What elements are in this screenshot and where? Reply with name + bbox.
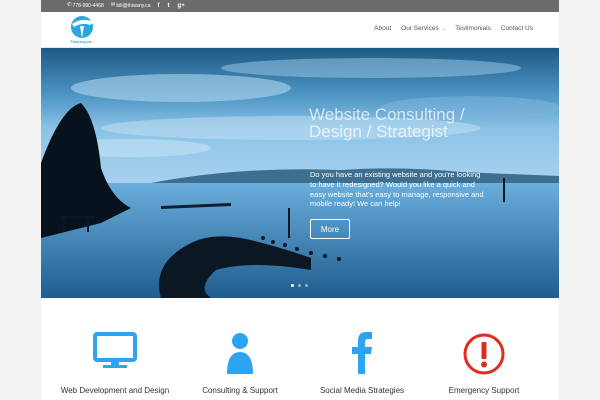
service-label: Consulting & Support: [202, 386, 278, 395]
service-label: Emergency Support: [448, 386, 520, 395]
more-button[interactable]: More: [310, 219, 350, 239]
facebook-icon: [302, 332, 422, 376]
site-header: Thisisny.ca About Our Services ⌄ Testimon…: [41, 12, 559, 48]
nav-about[interactable]: About: [374, 25, 391, 32]
service-web-development[interactable]: Web Development and Design: [55, 332, 175, 395]
nav-testimonials[interactable]: Testimonials: [455, 25, 491, 32]
monitor-icon: [55, 332, 175, 376]
phone-link[interactable]: ✆ 778-990-4468: [67, 3, 104, 9]
chevron-down-icon: ⌄: [441, 26, 446, 31]
service-emergency-support[interactable]: Emergency Support: [424, 332, 544, 395]
nav-contact-us[interactable]: Contact Us: [501, 25, 533, 32]
phone-icon: ✆: [67, 2, 72, 9]
google-plus-icon[interactable]: g+: [178, 3, 185, 9]
hero-slider: Website Consulting / Design / Strategist…: [41, 48, 559, 298]
page: ✆ 778-990-4468 ✉ bill@thisisny.ca f t g+…: [41, 0, 559, 400]
slider-dot[interactable]: [305, 284, 308, 287]
hero-title: Website Consulting / Design / Strategist: [309, 105, 465, 141]
facebook-icon[interactable]: f: [158, 3, 160, 9]
slider-dot[interactable]: [291, 284, 294, 287]
slider-dots: [291, 284, 312, 287]
services-section: Web Development and Design Consulting & …: [41, 298, 559, 400]
service-consulting[interactable]: Consulting & Support: [180, 332, 300, 395]
alert-icon: [424, 332, 544, 376]
hero-description: Do you have an existing website and you'…: [310, 170, 484, 209]
email-link[interactable]: ✉ bill@thisisny.ca: [111, 3, 151, 9]
nav-our-services[interactable]: Our Services ⌄: [401, 25, 445, 32]
main-nav: About Our Services ⌄ Testimonials Contact…: [364, 25, 533, 32]
top-bar: ✆ 778-990-4468 ✉ bill@thisisny.ca f t g+: [41, 0, 559, 12]
service-social-media[interactable]: Social Media Strategies: [302, 332, 422, 395]
email-address: bill@thisisny.ca: [116, 3, 151, 9]
phone-number: 778-990-4468: [72, 3, 104, 9]
user-icon: [180, 332, 300, 376]
twitter-icon[interactable]: t: [168, 3, 170, 9]
slider-dot[interactable]: [298, 284, 301, 287]
service-label: Web Development and Design: [60, 386, 170, 395]
envelope-icon: ✉: [110, 2, 116, 9]
service-label: Social Media Strategies: [319, 386, 405, 395]
logo-text: Thisisny.ca: [70, 39, 92, 44]
